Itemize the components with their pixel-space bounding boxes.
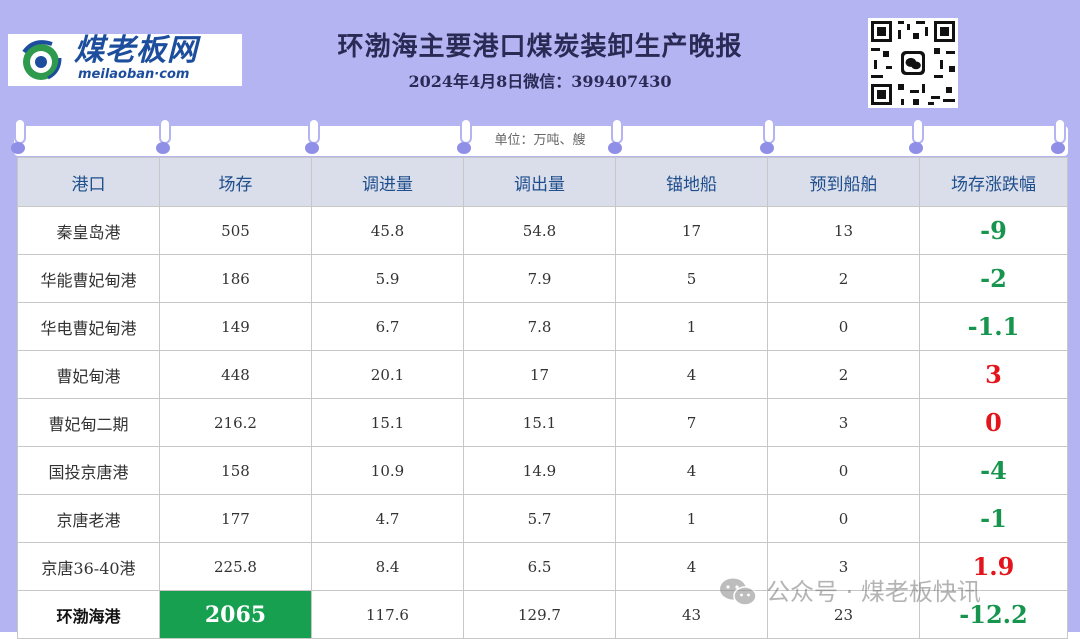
report-subtitle: 2024年4月8日微信：399407430 [408, 72, 672, 91]
cell-port: 秦皇岛港 [17, 206, 160, 255]
table-row: 曹妃甸港 448 20.1 17 4 2 3 [17, 350, 1068, 399]
table-header-row: 港口 场存 调进量 调出量 锚地船 预到船舶 场存涨跌幅 [17, 157, 1068, 207]
cell-stock: 149 [159, 302, 312, 351]
cell-inbound: 6.7 [311, 302, 464, 351]
cell-expected: 0 [767, 302, 920, 351]
logo-domain-text: meilaoban·com [78, 67, 190, 82]
cell-stock-change: -12.2 [919, 590, 1068, 639]
binder-ring-icon [1048, 118, 1070, 158]
cell-inbound: 20.1 [311, 350, 464, 399]
cell-inbound: 5.9 [311, 254, 464, 303]
cell-port: 环渤海港 [17, 590, 160, 639]
cell-stock-total: 2065 [159, 590, 312, 639]
cell-inbound: 4.7 [311, 494, 464, 543]
cell-outbound: 14.9 [463, 446, 616, 495]
cell-outbound: 6.5 [463, 542, 616, 591]
cell-inbound: 117.6 [311, 590, 464, 639]
table-row: 秦皇岛港 505 45.8 54.8 17 13 -9 [17, 206, 1068, 255]
site-logo[interactable]: 煤老板网 meilaoban·com [8, 34, 242, 86]
binder-ring-icon [757, 118, 779, 158]
cell-anchorage: 17 [615, 206, 768, 255]
cell-port: 曹妃甸二期 [17, 398, 160, 447]
table-body: 秦皇岛港 505 45.8 54.8 17 13 -9 华能曹妃甸港 186 5.9 7.9 5 2 -2… [17, 206, 1068, 639]
cell-inbound: 15.1 [311, 398, 464, 447]
cell-anchorage: 7 [615, 398, 768, 447]
header-port: 港口 [17, 157, 160, 207]
cell-expected: 0 [767, 446, 920, 495]
cell-outbound: 54.8 [463, 206, 616, 255]
header-outbound: 调出量 [463, 157, 616, 207]
cell-expected: 23 [767, 590, 920, 639]
cell-stock: 505 [159, 206, 312, 255]
cell-expected: 13 [767, 206, 920, 255]
cell-anchorage: 1 [615, 494, 768, 543]
cell-stock: 158 [159, 446, 312, 495]
binder-ring-icon [8, 118, 30, 158]
binder-ring-icon [302, 118, 324, 158]
cell-outbound: 5.7 [463, 494, 616, 543]
cell-stock-change: -4 [919, 446, 1068, 495]
cell-expected: 2 [767, 254, 920, 303]
cell-stock: 177 [159, 494, 312, 543]
cell-port: 华能曹妃甸港 [17, 254, 160, 303]
table-row: 曹妃甸二期 216.2 15.1 15.1 7 3 0 [17, 398, 1068, 447]
binder-ring-icon [153, 118, 175, 158]
cell-anchorage: 4 [615, 446, 768, 495]
cell-outbound: 7.9 [463, 254, 616, 303]
table-row-total: 环渤海港 2065 117.6 129.7 43 23 -12.2 [17, 590, 1068, 639]
table-row: 京唐36-40港 225.8 8.4 6.5 4 3 1.9 [17, 542, 1068, 591]
cell-stock: 216.2 [159, 398, 312, 447]
cell-port: 曹妃甸港 [17, 350, 160, 399]
cell-stock: 186 [159, 254, 312, 303]
table-row: 华电曹妃甸港 149 6.7 7.8 1 0 -1.1 [17, 302, 1068, 351]
cell-stock: 225.8 [159, 542, 312, 591]
header-expected-ships: 预到船舶 [767, 157, 920, 207]
logo-chinese-text: 煤老板网 [74, 33, 198, 68]
qr-code-graphic [868, 18, 958, 108]
cell-stock-change: -9 [919, 206, 1068, 255]
cell-expected: 3 [767, 398, 920, 447]
header-anchorage-ships: 锚地船 [615, 157, 768, 207]
cell-inbound: 45.8 [311, 206, 464, 255]
cell-stock: 448 [159, 350, 312, 399]
table-row: 华能曹妃甸港 186 5.9 7.9 5 2 -2 [17, 254, 1068, 303]
cell-anchorage: 4 [615, 350, 768, 399]
cell-expected: 3 [767, 542, 920, 591]
cell-stock-change: 3 [919, 350, 1068, 399]
cell-port: 国投京唐港 [17, 446, 160, 495]
header-inbound: 调进量 [311, 157, 464, 207]
table-row: 京唐老港 177 4.7 5.7 1 0 -1 [17, 494, 1068, 543]
report-title: 环渤海主要港口煤炭装卸生产晚报 [337, 32, 743, 62]
cell-stock-change: -1.1 [919, 302, 1068, 351]
cell-outbound: 7.8 [463, 302, 616, 351]
table-row: 国投京唐港 158 10.9 14.9 4 0 -4 [17, 446, 1068, 495]
cell-inbound: 10.9 [311, 446, 464, 495]
cell-anchorage: 5 [615, 254, 768, 303]
cell-outbound: 17 [463, 350, 616, 399]
binder-ring-icon [454, 118, 476, 158]
cell-expected: 2 [767, 350, 920, 399]
cell-stock-change: 1.9 [919, 542, 1068, 591]
cell-inbound: 8.4 [311, 542, 464, 591]
cell-stock-change: 0 [919, 398, 1068, 447]
cell-anchorage: 4 [615, 542, 768, 591]
cell-anchorage: 1 [615, 302, 768, 351]
report-canvas: 煤老板网 meilaoban·com 环渤海主要港口煤炭装卸生产晚报 2024年… [0, 0, 1080, 639]
cell-stock-change: -1 [919, 494, 1068, 543]
cell-expected: 0 [767, 494, 920, 543]
binder-ring-icon [906, 118, 928, 158]
coal-port-table: 港口 场存 调进量 调出量 锚地船 预到船舶 场存涨跌幅 秦皇岛港 505 45.8… [17, 157, 1068, 639]
header-stock-change: 场存涨跌幅 [919, 157, 1068, 207]
wechat-qr-code-icon[interactable] [868, 18, 958, 108]
header-stock: 场存 [159, 157, 312, 207]
cell-anchorage: 43 [615, 590, 768, 639]
cell-stock-change: -2 [919, 254, 1068, 303]
meilaoban-logo-icon [22, 40, 62, 80]
cell-port: 京唐36-40港 [17, 542, 160, 591]
cell-port: 华电曹妃甸港 [17, 302, 160, 351]
binder-ring-icon [605, 118, 627, 158]
cell-outbound: 129.7 [463, 590, 616, 639]
cell-outbound: 15.1 [463, 398, 616, 447]
cell-port: 京唐老港 [17, 494, 160, 543]
